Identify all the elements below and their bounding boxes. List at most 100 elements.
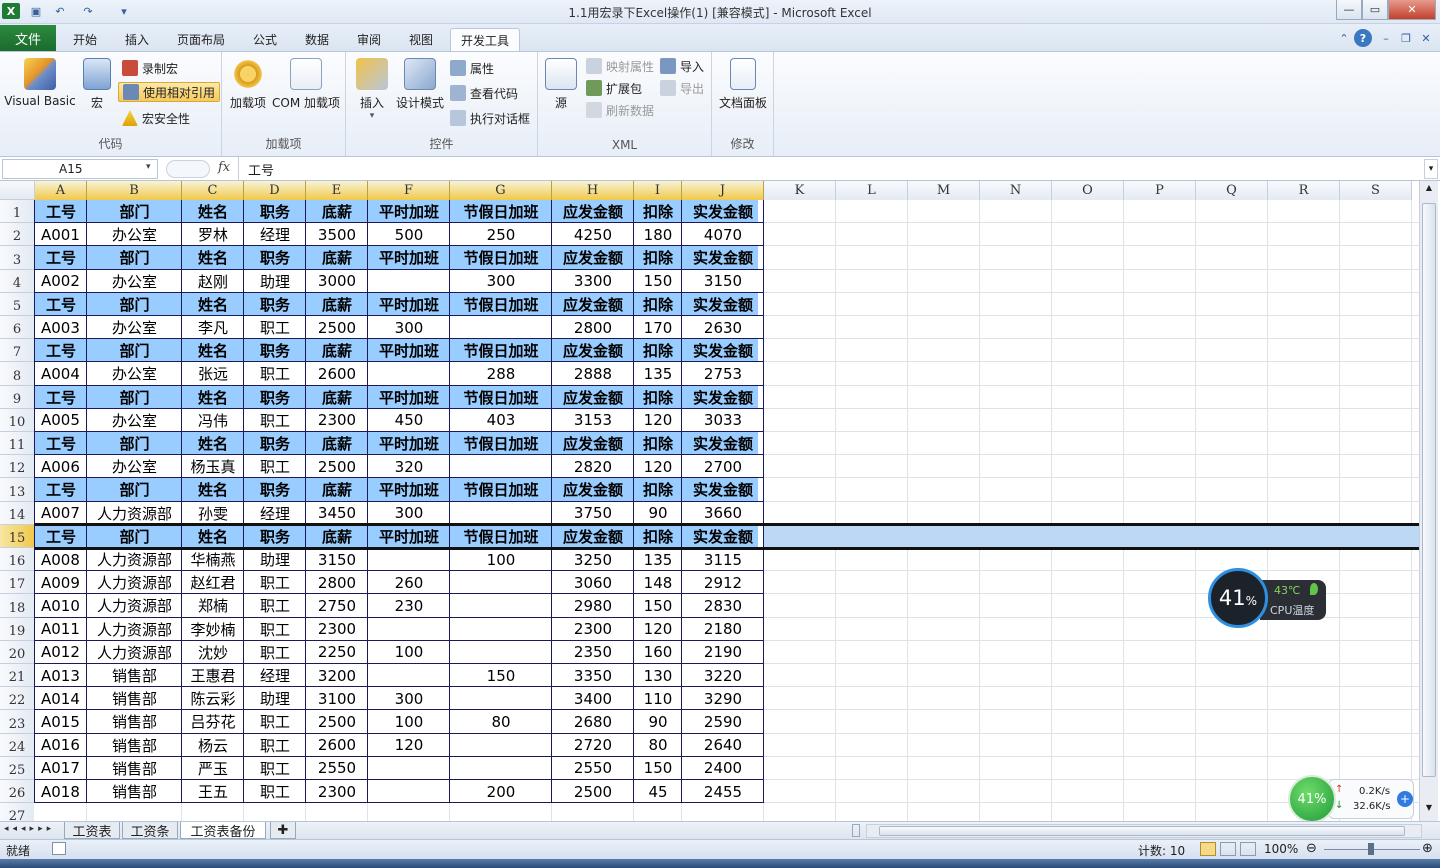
vertical-scroll-thumb[interactable] <box>1422 203 1436 777</box>
header-cell[interactable]: 职务 <box>244 525 306 548</box>
data-cell[interactable]: 助理 <box>244 548 306 571</box>
insert-sheet-icon[interactable]: ✚ <box>270 822 296 839</box>
zoom-level[interactable]: 100% <box>1264 842 1298 856</box>
data-cell[interactable]: 90 <box>634 710 682 733</box>
data-cell[interactable]: 2600 <box>306 362 368 385</box>
header-cell[interactable]: 平时加班 <box>368 386 450 409</box>
header-cell[interactable]: 姓名 <box>182 432 244 455</box>
data-cell[interactable]: 2190 <box>682 641 764 664</box>
data-cell[interactable]: 2700 <box>682 455 764 478</box>
expansion-packs-button[interactable]: 扩展包 <box>586 78 642 98</box>
column-header[interactable]: B <box>87 181 182 200</box>
header-cell[interactable]: 平时加班 <box>368 339 450 362</box>
data-cell[interactable]: 职工 <box>244 571 306 594</box>
row-header[interactable]: 13 <box>0 478 34 502</box>
header-cell[interactable]: 职务 <box>244 200 306 223</box>
data-cell[interactable]: 职工 <box>244 362 306 385</box>
data-cell[interactable]: 170 <box>634 316 682 339</box>
tab-split-handle[interactable] <box>852 824 860 837</box>
data-cell[interactable]: A016 <box>35 734 87 757</box>
data-cell[interactable]: A015 <box>35 710 87 733</box>
macro-record-icon[interactable] <box>52 842 66 855</box>
header-cell[interactable]: 节假日加班 <box>450 432 552 455</box>
tab-formulas[interactable]: 公式 <box>242 28 288 51</box>
data-cell[interactable]: 华楠燕 <box>182 548 244 571</box>
row-header[interactable]: 1 <box>0 200 34 224</box>
data-cell[interactable]: 3300 <box>552 270 634 293</box>
data-cell[interactable]: 吕芬花 <box>182 710 244 733</box>
header-cell[interactable]: 姓名 <box>182 293 244 316</box>
data-cell[interactable]: 135 <box>634 362 682 385</box>
data-cell[interactable]: 3033 <box>682 409 764 432</box>
header-cell[interactable]: 部门 <box>87 339 182 362</box>
visual-basic-button[interactable]: Visual Basic <box>4 58 76 108</box>
header-cell[interactable]: 部门 <box>87 386 182 409</box>
data-cell[interactable]: 李凡 <box>182 316 244 339</box>
data-cell[interactable]: 人力资源部 <box>87 502 182 525</box>
tab-insert[interactable]: 插入 <box>114 28 160 51</box>
sheet-nav-arrows-icon[interactable]: ◂◂◂▸▸▸ <box>4 824 55 834</box>
zoom-slider-thumb[interactable] <box>1368 843 1374 855</box>
macros-button[interactable]: 宏 <box>80 58 114 111</box>
header-cell[interactable]: 扣除 <box>634 525 682 548</box>
column-header[interactable]: P <box>1124 181 1196 200</box>
data-cell[interactable] <box>368 548 450 571</box>
data-cell[interactable]: 2800 <box>306 571 368 594</box>
row-header[interactable]: 26 <box>0 780 34 804</box>
header-cell[interactable]: 实发金额 <box>682 386 764 409</box>
column-header[interactable]: I <box>634 181 682 200</box>
data-cell[interactable]: 2500 <box>306 316 368 339</box>
header-cell[interactable]: 节假日加班 <box>450 293 552 316</box>
data-cell[interactable]: 助理 <box>244 687 306 710</box>
import-button[interactable]: 导入 <box>660 56 704 76</box>
export-button[interactable]: 导出 <box>660 78 704 98</box>
com-addins-button[interactable]: COM 加载项 <box>270 58 342 111</box>
tab-file[interactable]: 文件 <box>0 25 56 51</box>
tab-review[interactable]: 审阅 <box>346 28 392 51</box>
header-cell[interactable]: 实发金额 <box>682 525 764 548</box>
data-cell[interactable]: A012 <box>35 641 87 664</box>
page-break-view-icon[interactable] <box>1240 842 1256 856</box>
data-cell[interactable]: 2500 <box>552 780 634 803</box>
insert-control-button[interactable]: 插入 ▾ <box>352 58 392 121</box>
header-cell[interactable]: 平时加班 <box>368 200 450 223</box>
data-cell[interactable]: 2830 <box>682 594 764 617</box>
scroll-down-icon[interactable]: ▼ <box>1422 803 1436 817</box>
row-header[interactable]: 20 <box>0 640 34 664</box>
column-header[interactable]: N <box>980 181 1052 200</box>
header-cell[interactable]: 扣除 <box>634 432 682 455</box>
data-cell[interactable]: 冯伟 <box>182 409 244 432</box>
ribbon-collapse-icon[interactable]: ⌃ <box>1336 30 1352 46</box>
data-cell[interactable]: 3100 <box>306 687 368 710</box>
data-cell[interactable]: A006 <box>35 455 87 478</box>
header-cell[interactable]: 实发金额 <box>682 478 764 501</box>
data-cell[interactable]: 2550 <box>306 757 368 780</box>
row-header[interactable]: 9 <box>0 385 34 409</box>
column-header[interactable]: L <box>836 181 908 200</box>
data-cell[interactable]: 100 <box>368 710 450 733</box>
column-header[interactable]: R <box>1268 181 1340 200</box>
data-cell[interactable]: 120 <box>634 618 682 641</box>
header-cell[interactable]: 应发金额 <box>552 246 634 269</box>
data-cell[interactable]: 办公室 <box>87 223 182 246</box>
horizontal-scrollbar[interactable] <box>866 824 1422 838</box>
maximize-button[interactable]: ▭ <box>1362 0 1388 20</box>
header-cell[interactable]: 平时加班 <box>368 525 450 548</box>
data-cell[interactable]: 办公室 <box>87 409 182 432</box>
data-cell[interactable]: 陈云彩 <box>182 687 244 710</box>
help-icon[interactable]: ? <box>1354 29 1372 47</box>
data-cell[interactable]: 3500 <box>306 223 368 246</box>
header-cell[interactable]: 节假日加班 <box>450 478 552 501</box>
data-cell[interactable]: 3250 <box>552 548 634 571</box>
page-layout-view-icon[interactable] <box>1220 842 1236 856</box>
row-header[interactable]: 14 <box>0 501 34 525</box>
data-cell[interactable]: 2300 <box>306 780 368 803</box>
data-cell[interactable]: 120 <box>634 409 682 432</box>
data-cell[interactable]: A011 <box>35 618 87 641</box>
data-cell[interactable]: 300 <box>450 270 552 293</box>
header-cell[interactable]: 职务 <box>244 246 306 269</box>
data-cell[interactable]: 职工 <box>244 734 306 757</box>
map-properties-button[interactable]: 映射属性 <box>586 56 654 76</box>
data-cell[interactable] <box>368 757 450 780</box>
data-cell[interactable]: A004 <box>35 362 87 385</box>
